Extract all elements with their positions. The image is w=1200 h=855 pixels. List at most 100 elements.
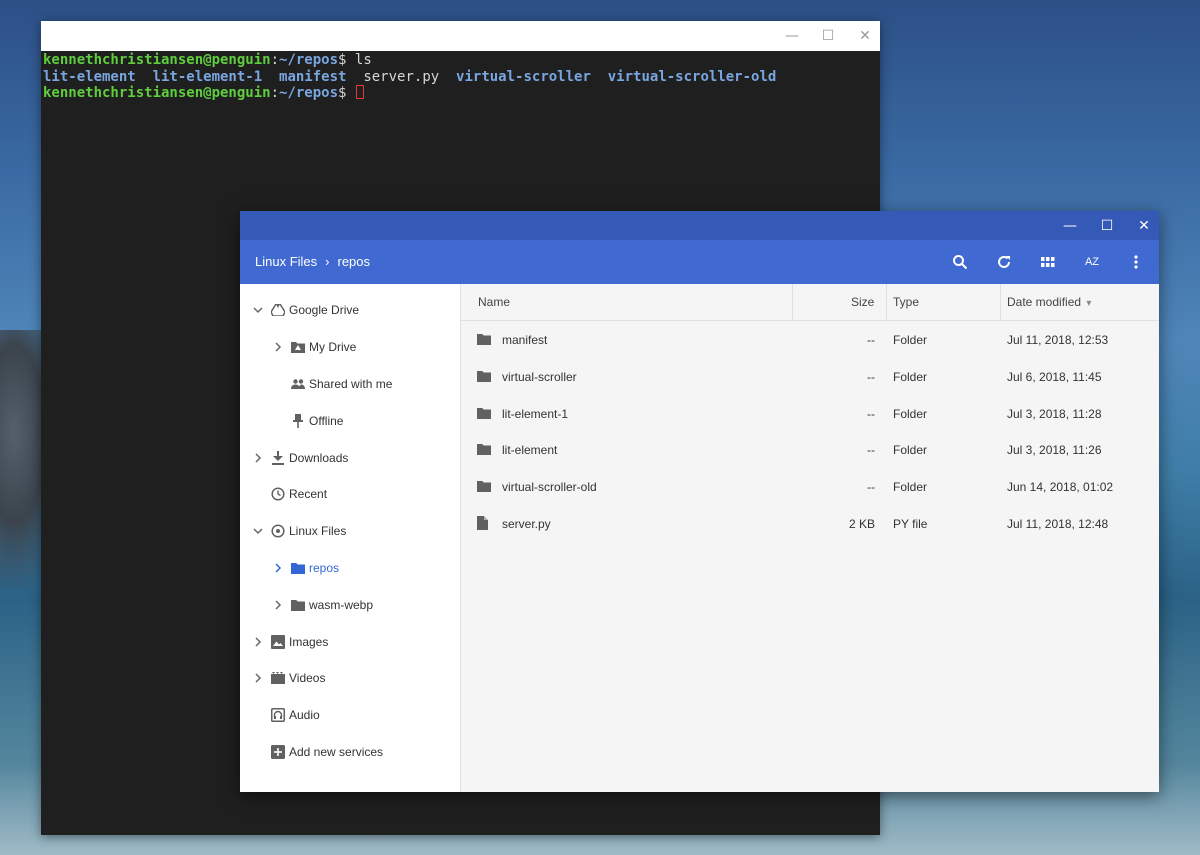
terminal-maximize-button[interactable]: ☐ bbox=[818, 27, 838, 45]
terminal-titlebar[interactable]: — ☐ ✕ bbox=[41, 21, 880, 51]
table-row[interactable]: lit-element -- Folder Jul 3, 2018, 11:26 bbox=[461, 431, 1159, 468]
sidebar-item-images[interactable]: Images bbox=[240, 623, 460, 660]
grid-view-icon[interactable] bbox=[1038, 252, 1058, 272]
sidebar-item-label: Videos bbox=[289, 671, 326, 686]
sidebar-item-recent[interactable]: Recent bbox=[240, 476, 460, 513]
refresh-icon[interactable] bbox=[994, 252, 1014, 272]
folder-icon bbox=[477, 406, 491, 420]
pin-icon bbox=[290, 413, 306, 429]
video-icon bbox=[270, 670, 286, 686]
terminal-prompt: $ bbox=[338, 52, 355, 68]
files-maximize-button[interactable]: ☐ bbox=[1097, 216, 1117, 236]
sidebar-item-label: My Drive bbox=[309, 340, 357, 355]
file-type: Folder bbox=[893, 369, 928, 384]
file-type: Folder bbox=[893, 333, 928, 347]
sidebar-item-offline[interactable]: Offline bbox=[240, 402, 460, 439]
file-date-modified: Jul 3, 2018, 11:28 bbox=[1007, 406, 1102, 421]
ls-entry: virtual-scroller-old bbox=[607, 68, 777, 85]
chevron-right-icon[interactable] bbox=[252, 672, 264, 684]
chevron-right-icon[interactable] bbox=[272, 341, 284, 353]
chevron-right-icon[interactable] bbox=[252, 636, 264, 648]
terminal-close-button[interactable]: ✕ bbox=[855, 27, 875, 45]
terminal-sep: : bbox=[270, 52, 280, 68]
ls-entry: lit-element-1 bbox=[152, 68, 263, 85]
sidebar-item-videos[interactable]: Videos bbox=[240, 660, 460, 697]
list-header: Name Size Type Date modified ▾ bbox=[461, 284, 1159, 321]
sort-indicator-icon: ▾ bbox=[1086, 298, 1092, 309]
sidebar-item-shared-with-me[interactable]: Shared with me bbox=[240, 366, 460, 403]
sidebar-item-linux-files[interactable]: Linux Files bbox=[240, 513, 460, 550]
chevron-down-icon[interactable] bbox=[252, 304, 264, 316]
add-box-icon bbox=[270, 744, 286, 760]
column-size[interactable]: Size bbox=[851, 295, 874, 309]
sort-az-icon[interactable]: AZ bbox=[1082, 252, 1102, 272]
sidebar-item-downloads[interactable]: Downloads bbox=[240, 439, 460, 476]
ls-entry: virtual-scroller bbox=[456, 68, 591, 85]
column-divider[interactable] bbox=[886, 284, 887, 320]
files-minimize-button[interactable]: — bbox=[1060, 216, 1080, 236]
file-date-modified: Jun 14, 2018, 01:02 bbox=[1007, 480, 1114, 495]
ls-entry: server.py bbox=[363, 68, 440, 85]
file-size: -- bbox=[867, 333, 875, 347]
column-name[interactable]: Name bbox=[478, 295, 510, 309]
sidebar-item-wasm-webp[interactable]: wasm-webp bbox=[240, 586, 460, 623]
file-name: virtual-scroller-old bbox=[502, 480, 597, 495]
file-size: 2 KB bbox=[848, 516, 875, 531]
file-date-modified: Jul 6, 2018, 11:45 bbox=[1007, 369, 1102, 384]
sidebar-item-google-drive[interactable]: Google Drive bbox=[240, 292, 460, 329]
terminal-prompt: $ bbox=[338, 85, 355, 101]
sidebar-item-label: Offline bbox=[309, 413, 344, 428]
penguin-icon bbox=[270, 523, 286, 539]
file-list: Name Size Type Date modified ▾ manifest -… bbox=[461, 284, 1159, 792]
terminal-cursor[interactable] bbox=[355, 85, 364, 99]
chevron-right-icon[interactable] bbox=[272, 562, 284, 574]
file-size: -- bbox=[867, 480, 875, 495]
files-header: Linux Files › repos AZ bbox=[240, 240, 1159, 284]
folder-icon bbox=[477, 442, 491, 456]
table-row[interactable]: virtual-scroller-old -- Folder Jun 14, 2018… bbox=[461, 468, 1159, 505]
chevron-right-icon[interactable] bbox=[252, 452, 264, 464]
terminal-minimize-button[interactable]: — bbox=[782, 27, 802, 45]
folder-icon bbox=[477, 479, 491, 493]
sidebar-item-label: Recent bbox=[289, 487, 328, 502]
more-vert-icon[interactable] bbox=[1126, 252, 1146, 272]
column-date-label: Date modified bbox=[1007, 295, 1082, 309]
table-row[interactable]: virtual-scroller -- Folder Jul 6, 2018, 11:… bbox=[461, 358, 1159, 395]
breadcrumb-separator: › bbox=[325, 254, 330, 269]
sidebar-item-repos[interactable]: repos bbox=[240, 550, 460, 587]
sidebar-item-label: repos bbox=[309, 560, 340, 575]
folder-icon bbox=[290, 560, 306, 576]
file-type: Folder bbox=[893, 443, 928, 458]
sidebar-item-my-drive[interactable]: My Drive bbox=[240, 329, 460, 366]
files-titlebar[interactable]: — ☐ ✕ bbox=[240, 211, 1159, 240]
breadcrumb-root[interactable]: Linux Files bbox=[255, 254, 317, 269]
table-row[interactable]: lit-element-1 -- Folder Jul 3, 2018, 11:28 bbox=[461, 395, 1159, 432]
breadcrumb-current[interactable]: repos bbox=[337, 254, 370, 269]
sidebar-item-label: Audio bbox=[289, 708, 320, 723]
terminal-line-1: kennethchristiansen@penguin:~/repos$ ls bbox=[43, 52, 878, 69]
files-close-button[interactable]: ✕ bbox=[1134, 216, 1154, 236]
terminal-output[interactable]: kennethchristiansen@penguin:~/repos$ ls l… bbox=[41, 51, 880, 103]
file-name: manifest bbox=[502, 333, 548, 347]
column-date-modified[interactable]: Date modified ▾ bbox=[1007, 295, 1091, 309]
sidebar-item-audio[interactable]: Audio bbox=[240, 697, 460, 734]
download-icon bbox=[270, 450, 286, 466]
file-name: server.py bbox=[502, 516, 551, 531]
file-size: -- bbox=[867, 369, 875, 384]
table-row[interactable]: server.py 2 KB PY file Jul 11, 2018, 12:48 bbox=[461, 505, 1159, 542]
image-icon bbox=[270, 634, 286, 650]
terminal-user: kennethchristiansen@penguin bbox=[43, 85, 271, 101]
file-name: virtual-scroller bbox=[502, 369, 577, 384]
files-window[interactable]: — ☐ ✕ Linux Files › repos AZ Google Driv… bbox=[240, 211, 1159, 792]
chevron-down-icon[interactable] bbox=[252, 525, 264, 537]
column-divider[interactable] bbox=[1000, 284, 1001, 320]
sidebar-item-add-new-services[interactable]: Add new services bbox=[240, 734, 460, 771]
file-rows: manifest -- Folder Jul 11, 2018, 12:53 virtu… bbox=[461, 321, 1159, 542]
table-row[interactable]: manifest -- Folder Jul 11, 2018, 12:53 bbox=[461, 321, 1159, 358]
column-type[interactable]: Type bbox=[893, 295, 919, 309]
breadcrumb: Linux Files › repos bbox=[255, 254, 370, 269]
search-icon[interactable] bbox=[950, 252, 970, 272]
file-icon bbox=[477, 515, 491, 530]
chevron-right-icon[interactable] bbox=[272, 599, 284, 611]
column-divider[interactable] bbox=[792, 284, 793, 320]
